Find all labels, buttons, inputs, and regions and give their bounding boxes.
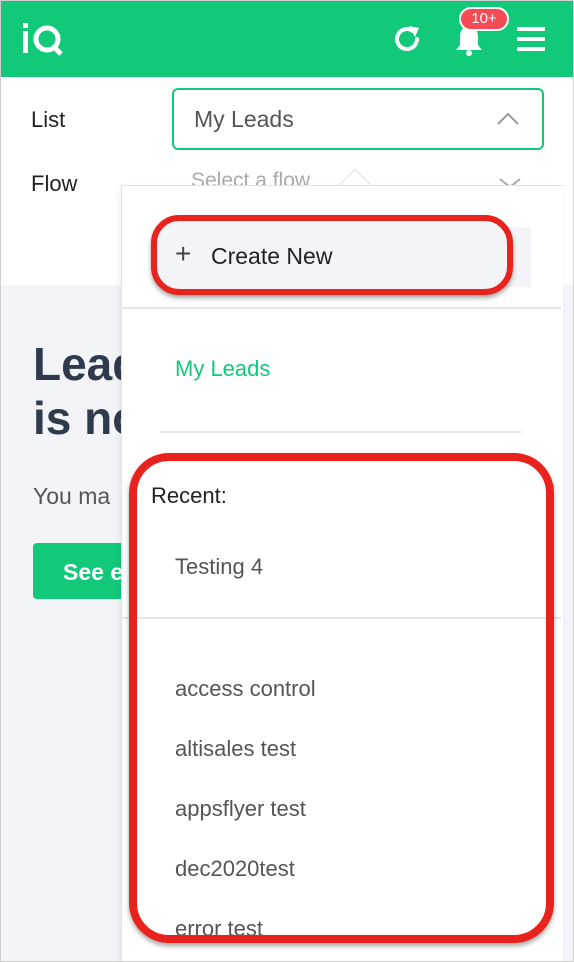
list-select[interactable]: My Leads bbox=[172, 88, 544, 150]
hamburger-menu-icon[interactable] bbox=[515, 25, 547, 53]
empty-state-subtitle: You ma bbox=[33, 483, 111, 509]
dropdown-item-my-leads[interactable]: My Leads bbox=[175, 356, 270, 382]
list-select-value: My Leads bbox=[194, 106, 294, 132]
iq-logo[interactable] bbox=[21, 19, 65, 59]
plus-icon: + bbox=[175, 238, 192, 269]
app-frame: 10+ List My Leads Flow Select a flow Lea… bbox=[0, 0, 574, 962]
top-bar: 10+ bbox=[1, 1, 573, 77]
notification-badge: 10+ bbox=[459, 7, 509, 31]
refresh-icon[interactable] bbox=[391, 23, 423, 55]
create-new-label: Create New bbox=[211, 243, 333, 269]
chevron-up-icon bbox=[497, 112, 519, 125]
create-new-button[interactable]: + Create New bbox=[151, 215, 513, 295]
divider bbox=[161, 431, 521, 433]
list-label: List bbox=[31, 107, 66, 132]
recent-annotation-outline bbox=[129, 453, 554, 943]
divider bbox=[121, 307, 561, 309]
flow-label: Flow bbox=[31, 171, 78, 196]
